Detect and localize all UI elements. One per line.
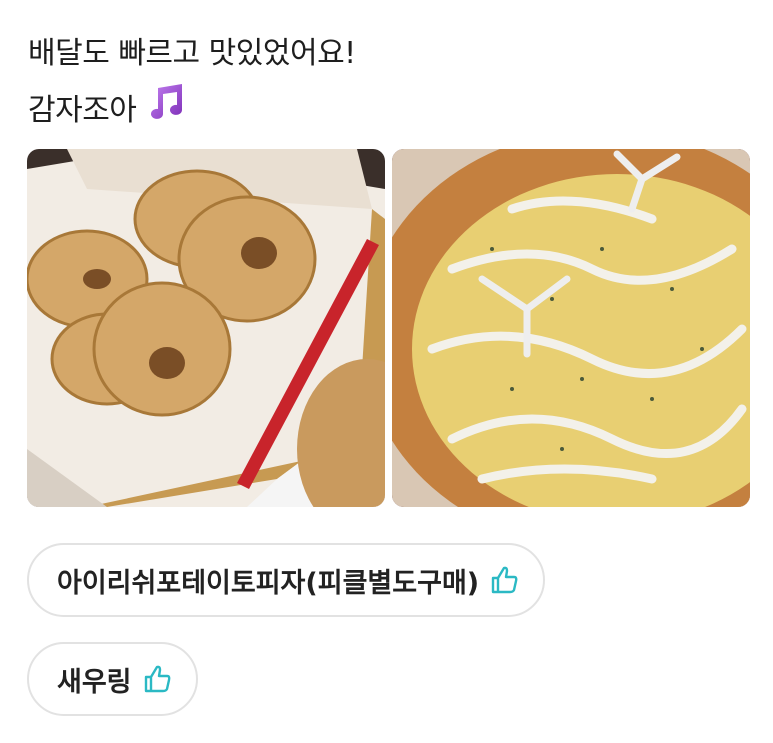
menu-chip-shrimp-ring[interactable]: 새우링 <box>27 642 198 716</box>
music-note-icon <box>144 82 188 141</box>
menu-chip-label: 아이리쉬포테이토피자(피클별도구매) <box>57 567 480 599</box>
review-text: 배달도 빠르고 맛있었어요! 감자조아 <box>28 26 356 141</box>
review-line-1: 배달도 빠르고 맛있었어요! <box>28 36 356 71</box>
potato-pizza-photo[interactable] <box>392 149 750 507</box>
onion-rings-photo[interactable] <box>27 149 385 507</box>
menu-chip-label: 새우링 <box>57 666 132 698</box>
review-line-2: 감자조아 <box>28 82 356 141</box>
thumbs-up-icon <box>142 664 172 694</box>
review-line-2-text: 감자조아 <box>28 93 137 128</box>
menu-chip-irish-potato-pizza[interactable]: 아이리쉬포테이토피자(피클별도구매) <box>27 543 546 617</box>
thumbs-up-icon <box>489 565 519 595</box>
